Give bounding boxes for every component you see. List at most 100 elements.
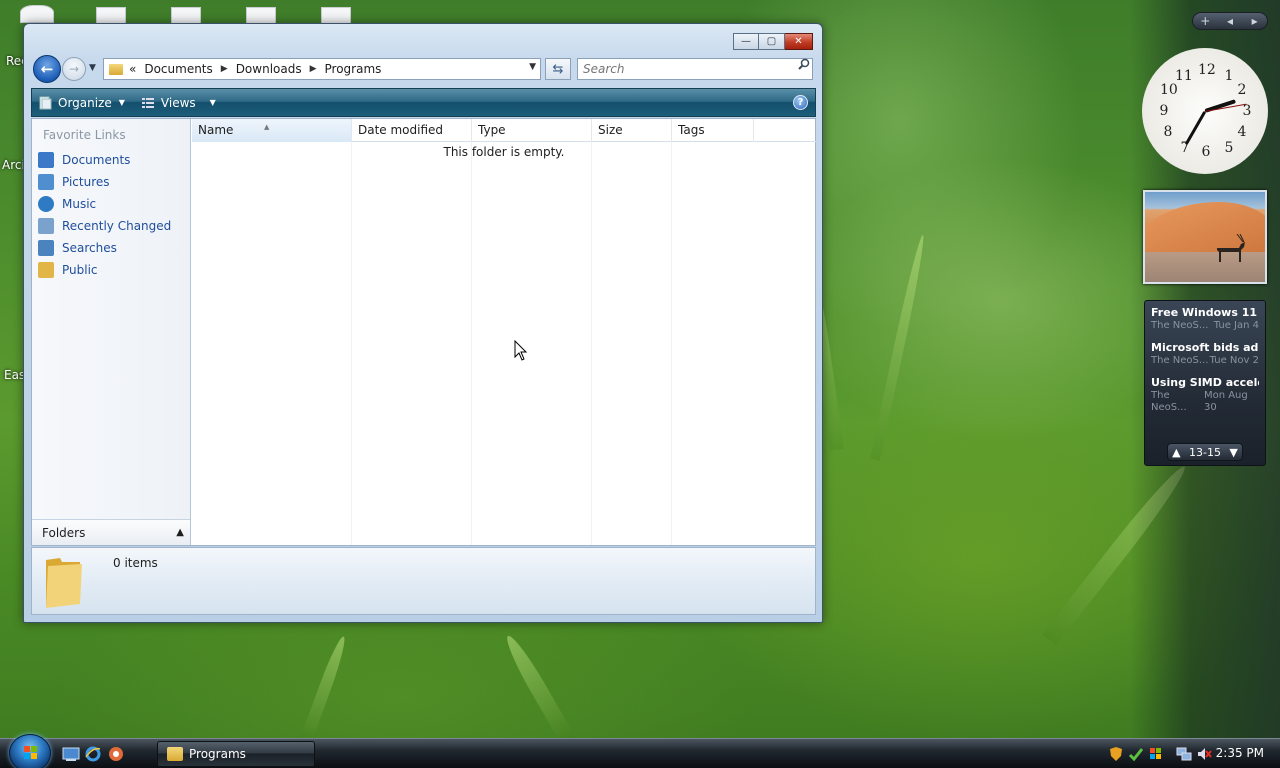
address-bar[interactable]: « Documents ▶ Downloads ▶ Programs ▼ [103, 58, 541, 80]
sidebar-next-button[interactable]: ▸ [1242, 13, 1267, 29]
desktop-icon-label[interactable]: Eas [4, 368, 25, 382]
add-gadget-button[interactable]: + [1193, 13, 1218, 29]
close-button[interactable]: ✕ [785, 33, 813, 50]
taskbar: Programs 2:35 PM [0, 734, 1280, 768]
start-button[interactable] [9, 734, 51, 768]
breadcrumb-arrow-icon[interactable]: ▶ [221, 64, 228, 74]
pictures-icon [38, 174, 54, 190]
refresh-icon: ⇆ [552, 61, 564, 77]
feed-prev-icon[interactable]: ▲ [1172, 446, 1180, 459]
folder-icon [46, 558, 82, 608]
maximize-button[interactable]: ▢ [759, 33, 785, 50]
feed-headlines-gadget[interactable]: Free Windows 11 Re... The NeoS... Tue Jan… [1144, 300, 1266, 466]
feed-next-icon[interactable]: ▼ [1229, 446, 1237, 459]
taskbar-clock[interactable]: 2:35 PM [1216, 746, 1264, 760]
breadcrumb-documents[interactable]: Documents [144, 62, 212, 76]
windows-flag-icon[interactable] [1148, 746, 1164, 762]
feed-range: 13-15 [1189, 445, 1221, 459]
clock-gadget[interactable]: 12 1 2 3 4 5 6 7 8 9 10 11 [1142, 48, 1268, 174]
feed-date: Tue Jan 4 [1213, 320, 1259, 331]
nav-link-label: Pictures [62, 175, 110, 189]
window-controls: — ▢ ✕ [733, 33, 813, 50]
security-shield-icon[interactable] [1108, 746, 1124, 762]
taskbar-button-label: Programs [189, 747, 246, 761]
breadcrumb-programs[interactable]: Programs [325, 62, 382, 76]
oryx-icon [1217, 234, 1245, 262]
help-icon[interactable]: ? [793, 95, 808, 110]
folders-toggle[interactable]: Folders ▲ [32, 519, 190, 545]
search-input[interactable] [577, 58, 813, 80]
forward-arrow-icon: → [68, 62, 80, 76]
column-tags[interactable]: Tags [672, 119, 754, 142]
column-label: Size [598, 123, 623, 137]
feed-source: The NeoS... [1151, 355, 1209, 366]
nav-link-recently-changed[interactable]: Recently Changed [38, 216, 171, 236]
organize-button[interactable]: Organize ▼ [32, 89, 131, 116]
search-icon[interactable] [798, 58, 810, 70]
grass-blade [300, 634, 350, 743]
chevron-down-icon: ▼ [118, 98, 125, 107]
nav-link-label: Music [62, 197, 97, 211]
nav-link-music[interactable]: Music [38, 194, 96, 214]
media-player-icon[interactable] [107, 745, 125, 763]
forward-button[interactable]: → [62, 57, 86, 81]
clock-number: 10 [1160, 82, 1178, 98]
minute-hand [1184, 110, 1207, 146]
grass-blade [501, 632, 575, 744]
sidebar-prev-button[interactable]: ◂ [1218, 13, 1243, 29]
feed-title: Microsoft bids adieu ... [1151, 341, 1259, 354]
column-size[interactable]: Size [592, 119, 672, 142]
refresh-button[interactable]: ⇆ [545, 58, 571, 80]
clock-number: 8 [1163, 124, 1173, 140]
address-overflow[interactable]: « [129, 62, 136, 76]
recycle-bin-icon[interactable] [20, 5, 54, 23]
show-desktop-icon[interactable] [62, 745, 80, 763]
clock-number: 9 [1159, 103, 1169, 119]
public-folder-icon [38, 262, 54, 278]
feed-item[interactable]: Using SIMD accelera... The NeoS... Mon Au… [1149, 374, 1261, 413]
music-icon [38, 196, 54, 212]
mouse-cursor-icon [514, 340, 528, 361]
windows-logo-icon [24, 746, 37, 759]
desktop-icon-label[interactable]: Arci [2, 158, 25, 172]
grass-blade [870, 233, 928, 462]
column-type[interactable]: Type [472, 119, 592, 142]
feed-item[interactable]: Free Windows 11 Re... The NeoS... Tue Jan… [1149, 304, 1261, 339]
nav-link-pictures[interactable]: Pictures [38, 172, 110, 192]
organize-icon [39, 96, 52, 109]
nav-link-label: Recently Changed [62, 219, 172, 233]
address-dropdown-icon[interactable]: ▼ [529, 62, 536, 72]
minimize-button[interactable]: — [733, 33, 759, 50]
feed-item[interactable]: Microsoft bids adieu ... The NeoS...Tue … [1149, 339, 1261, 374]
taskbar-button-programs[interactable]: Programs [157, 741, 315, 767]
nav-link-public[interactable]: Public [38, 260, 98, 280]
breadcrumb-downloads[interactable]: Downloads [236, 62, 302, 76]
clock-number: 6 [1201, 144, 1211, 160]
recent-pages-dropdown-icon[interactable]: ▼ [89, 63, 96, 73]
command-bar: Organize ▼ Views ▼ ? [31, 88, 816, 117]
file-list[interactable]: ▲ Name Date modified Type Size Tags This… [192, 119, 816, 545]
explorer-window: — ▢ ✕ ← → ▼ « Documents ▶ Downloads ▶ Pr… [23, 23, 823, 623]
views-button[interactable]: Views ▼ [135, 89, 222, 116]
nav-link-label: Public [62, 263, 98, 277]
internet-explorer-icon[interactable] [84, 745, 102, 763]
nav-link-documents[interactable]: Documents [38, 150, 130, 170]
update-icon[interactable] [1128, 746, 1144, 762]
slideshow-gadget[interactable] [1143, 190, 1267, 284]
back-button[interactable]: ← [33, 55, 61, 83]
views-label: Views [160, 95, 196, 110]
item-count: 0 items [113, 556, 158, 570]
column-label: Name [198, 123, 234, 137]
column-label: Tags [678, 123, 705, 137]
column-date-modified[interactable]: Date modified [352, 119, 472, 142]
nav-link-searches[interactable]: Searches [38, 238, 117, 258]
nav-link-label: Documents [62, 153, 131, 167]
views-icon [141, 97, 154, 108]
breadcrumb-arrow-icon[interactable]: ▶ [310, 64, 317, 74]
network-icon[interactable] [1176, 746, 1192, 762]
column-name[interactable]: ▲ Name [192, 119, 352, 142]
feed-source: The NeoS... [1151, 390, 1187, 413]
clock-number: 4 [1237, 124, 1247, 140]
volume-muted-icon[interactable] [1196, 746, 1212, 762]
content-area: Favorite Links Documents Pictures Music … [31, 118, 816, 546]
